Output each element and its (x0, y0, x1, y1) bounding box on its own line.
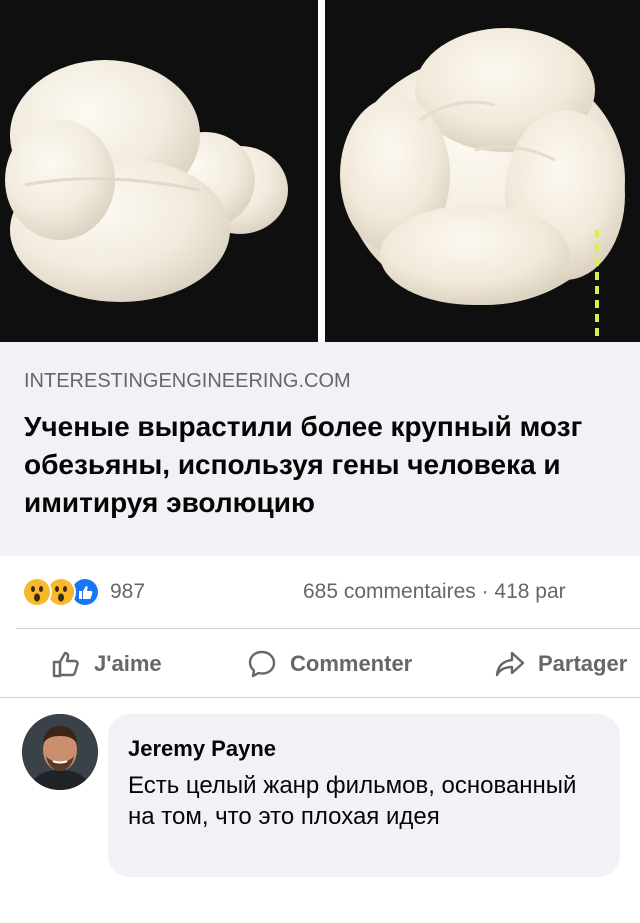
link-domain: INTERESTINGENGINEERING.COM (24, 370, 351, 392)
divider (16, 628, 640, 629)
post-stats: 987 685 commentaires · 418 par (0, 556, 640, 628)
share-button[interactable]: Partager (494, 646, 627, 682)
divider (0, 697, 640, 698)
photo-larger-brain[interactable] (325, 0, 640, 342)
comment-button[interactable]: Commenter (246, 646, 412, 682)
like-label: J'aime (94, 651, 162, 676)
photo-smaller-brain[interactable] (0, 0, 318, 342)
share-arrow-icon (495, 651, 525, 677)
link-title[interactable]: Ученые вырастили более крупный мозг обез… (24, 408, 614, 522)
comment-author[interactable]: Jeremy Payne (128, 736, 276, 762)
comment-label: Commenter (290, 651, 413, 676)
comment-share-counts[interactable]: 685 commentaires · 418 par (303, 580, 566, 604)
like-button[interactable]: J'aime (50, 646, 162, 682)
facebook-post: INTERESTINGENGINEERING.COM Ученые выраст… (0, 0, 640, 923)
link-preview[interactable]: INTERESTINGENGINEERING.COM Ученые выраст… (0, 342, 640, 556)
reactions-summary[interactable]: 987 (22, 577, 146, 607)
comment: Jeremy Payne Есть целый жанр фильмов, ос… (0, 706, 640, 923)
reaction-count: 987 (110, 580, 146, 603)
share-label: Partager (538, 651, 628, 676)
avatar[interactable] (22, 714, 98, 790)
thumbs-up-icon (52, 651, 79, 678)
comment-bubble-icon (248, 650, 276, 678)
post-images[interactable] (0, 0, 640, 342)
comment-text: Есть целый жанр фильмов, основанный на т… (128, 772, 577, 830)
comment-bubble: Jeremy Payne Есть целый жанр фильмов, ос… (108, 714, 620, 877)
wow-icon (22, 577, 52, 607)
post-actions: J'aime Commenter Partager (0, 632, 640, 696)
